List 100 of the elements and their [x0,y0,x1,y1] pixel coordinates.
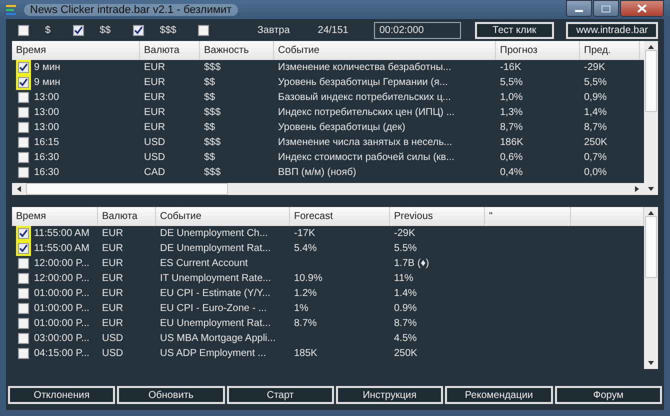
column-header[interactable]: Валюта [140,41,200,60]
scroll-down-icon[interactable] [648,360,654,366]
column-header[interactable]: " [485,207,571,226]
table-cell: $$$ [204,167,221,178]
table-cell: DE Unemployment Ch... [160,228,268,239]
table-cell: Индекс потребительских цен (ИПЦ) ... [278,107,455,118]
table-cell: EU CPI - Euro-Zone - ... [160,303,267,314]
table-cell: 11:55:00 AM [34,228,90,239]
table-cell: USD [144,152,166,163]
table-cell: $$ [204,122,216,133]
toolbar-button[interactable]: Тест клик [474,22,554,38]
action-button[interactable]: Старт [226,386,334,404]
filter-checkbox[interactable] [132,24,144,36]
table-cell: 0,6% [500,152,523,163]
table-cell: EUR [144,62,166,73]
table-cell: 1,4% [584,107,607,118]
row-checkbox[interactable] [18,273,29,284]
maximize-icon [601,4,611,12]
table-cell: EU CPI - Estimate (Y/Y... [160,288,270,299]
scroll-right-icon[interactable] [634,186,640,192]
table-cell: 9 мин [34,62,60,73]
column-header[interactable]: Прогноз [496,41,580,60]
row-checkbox[interactable] [18,152,29,163]
filter-label: $$$ [160,24,176,36]
table-cell: 1.7B (♦) [394,258,430,269]
maximize-button[interactable] [593,0,619,17]
toolbar-button[interactable]: www.intrade.bar [566,22,658,38]
table-cell: 1.4% [394,288,417,299]
column-header[interactable]: Previous [390,207,485,226]
table-cell: EU Unemployment Rat... [160,318,271,329]
filter-checkbox[interactable] [72,24,84,36]
column-header[interactable]: Валюта [98,207,156,226]
table-cell: Изменение количества безработны... [278,62,452,73]
table-cell: EUR [102,273,124,284]
table-cell: ВВП (м/м) (нояб) [278,167,356,178]
column-header[interactable]: Событие [156,207,290,226]
table-cell: 0,9% [584,92,607,103]
row-checkbox[interactable] [18,92,29,103]
table-cell: $$$ [204,62,221,73]
timer-field[interactable]: 00:02:000 [374,22,461,38]
row-checkbox[interactable] [18,122,29,133]
scroll-down-icon[interactable] [648,186,654,192]
table-cell: Изменение числа занятых в несель... [278,137,452,148]
row-checkbox[interactable] [18,288,29,299]
table-cell: EUR [102,303,124,314]
action-button[interactable]: Форум [554,386,662,404]
table-cell: Базовый индекс потребительских ц... [278,92,451,103]
table-cell: -29K [394,228,416,239]
table-cell: EUR [144,122,166,133]
table-cell: 1,0% [500,92,523,103]
row-checkbox[interactable] [18,318,29,329]
table-cell: 5.4% [294,243,317,254]
table-cell: US MBA Mortgage Appli... [160,333,276,344]
table-cell: 4.5% [394,333,417,344]
filter-label: $$ [100,24,111,36]
action-button[interactable]: Инструкция [336,386,444,404]
table-cell: 5.5% [394,243,417,254]
table-cell: 01:00:00 P... [34,318,90,329]
table-cell: Уровень безработицы (дек) [278,122,406,133]
row-checkbox[interactable] [18,167,29,178]
table-cell: 8,7% [584,122,607,133]
row-checkbox[interactable] [18,348,29,359]
table-cell: $$$ [204,107,221,118]
minimize-button[interactable] [566,0,592,17]
action-button[interactable]: Рекомендации [445,386,553,404]
table-cell: USD [144,137,166,148]
action-button[interactable]: Обновить [117,386,225,404]
table-cell: US ADP Employment ... [160,348,266,359]
vertical-scrollbar[interactable] [644,41,658,195]
action-button[interactable]: Отклонения [8,386,116,404]
table-cell: ES Current Account [160,258,248,269]
table-cell: USD [102,333,124,344]
row-checkbox[interactable] [18,107,29,118]
column-header[interactable]: Событие [274,41,496,60]
row-checkbox[interactable] [18,258,29,269]
table-cell: 13:00 [34,122,60,133]
row-checkbox[interactable] [18,137,29,148]
column-header[interactable]: Forecast [290,207,390,226]
column-header[interactable]: Важность [200,41,274,60]
scroll-left-icon[interactable] [16,186,22,192]
close-button[interactable] [620,0,664,17]
vertical-scrollbar[interactable] [644,207,658,369]
table-cell: 0,0% [584,167,607,178]
table-cell: 8.7% [294,318,317,329]
table-cell: -17K [294,228,316,239]
row-checkbox[interactable] [18,333,29,344]
table-cell: IT Unemployment Rate... [160,273,271,284]
table-cell: EUR [144,92,166,103]
table-cell: 04:15:00 P... [34,348,90,359]
filter-checkbox[interactable] [198,24,210,36]
table-cell: 11:55:00 AM [34,243,90,254]
column-header[interactable]: Пред. [580,41,640,60]
table-cell: EUR [144,77,166,88]
horizontal-scrollbar[interactable] [12,183,644,195]
row-checkbox[interactable] [18,303,29,314]
table-cell: 16:30 [34,152,60,163]
filter-checkbox[interactable] [18,24,29,36]
table-cell: 0,4% [500,167,523,178]
table-cell: 1% [294,303,308,314]
table-cell: $$ [204,92,216,103]
